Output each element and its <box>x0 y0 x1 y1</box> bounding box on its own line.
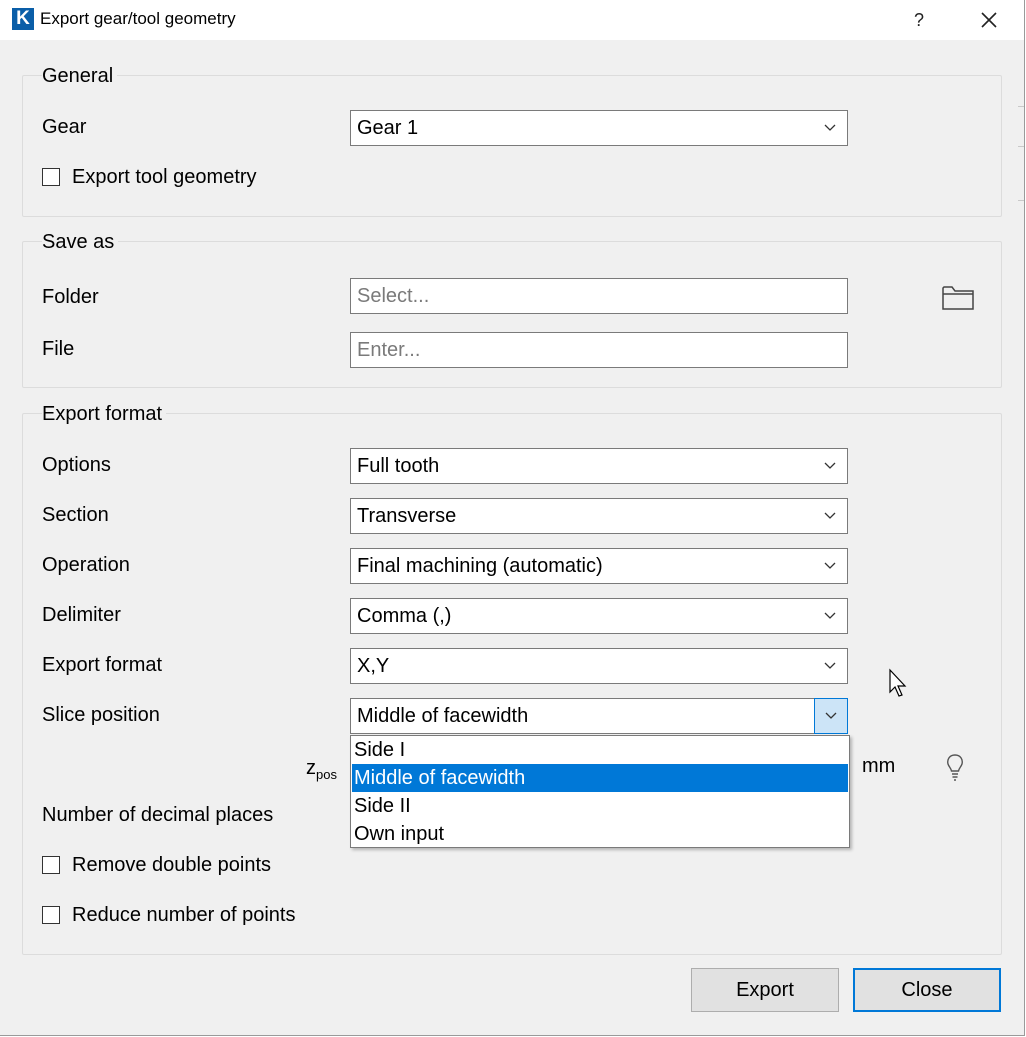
dropdown-option-side-2[interactable]: Side II <box>352 792 848 820</box>
zpos-label: zpos <box>306 757 337 782</box>
save-as-group-title: Save as <box>42 231 119 254</box>
window-title: Export gear/tool geometry <box>40 9 236 28</box>
zpos-subscript: pos <box>316 767 337 782</box>
operation-label: Operation <box>42 554 130 576</box>
export-button[interactable]: Export <box>691 968 839 1012</box>
section-select[interactable]: Transverse <box>350 498 848 534</box>
folder-label: Folder <box>42 286 99 308</box>
mouse-cursor-icon <box>889 668 907 697</box>
file-input[interactable] <box>350 332 848 368</box>
reduce-points-checkbox[interactable] <box>42 906 60 924</box>
operation-select-value: Final machining (automatic) <box>357 555 603 577</box>
remove-double-points-checkbox[interactable] <box>42 856 60 874</box>
slice-position-select[interactable]: Middle of facewidth <box>350 698 848 734</box>
zpos-symbol: z <box>306 757 316 779</box>
decimal-places-label: Number of decimal places <box>42 804 274 826</box>
section-select-value: Transverse <box>357 505 457 527</box>
remove-double-points-label: Remove double points <box>72 854 272 876</box>
delimiter-label: Delimiter <box>42 604 121 626</box>
chevron-down-icon <box>813 499 847 533</box>
operation-select[interactable]: Final machining (automatic) <box>350 548 848 584</box>
help-button[interactable]: ? <box>896 0 942 40</box>
gear-select[interactable]: Gear 1 <box>350 110 848 146</box>
reduce-points-label: Reduce number of points <box>72 904 296 926</box>
file-label: File <box>42 338 75 360</box>
options-select[interactable]: Full tooth <box>350 448 848 484</box>
chevron-down-icon <box>813 549 847 583</box>
title-bar: K Export gear/tool geometry ? <box>0 0 1024 40</box>
divider <box>1018 146 1024 147</box>
divider <box>1018 200 1024 201</box>
chevron-down-icon <box>813 449 847 483</box>
options-label: Options <box>42 454 111 476</box>
export-tool-geometry-label: Export tool geometry <box>72 166 257 188</box>
export-format-label: Export format <box>42 654 163 676</box>
export-format-select-value: X,Y <box>357 655 390 677</box>
options-select-value: Full tooth <box>357 455 440 477</box>
export-dialog: K Export gear/tool geometry ? General Ge… <box>0 0 1025 1036</box>
chevron-down-icon[interactable] <box>814 698 848 734</box>
delimiter-select-value: Comma (,) <box>357 605 452 627</box>
slice-position-dropdown: Side I Middle of facewidth Side II Own i… <box>350 735 850 848</box>
dropdown-option-side-1[interactable]: Side I <box>352 736 848 764</box>
window-close-button[interactable] <box>966 0 1012 40</box>
export-tool-geometry-checkbox[interactable] <box>42 168 60 186</box>
section-label: Section <box>42 504 109 526</box>
dropdown-option-middle-facewidth[interactable]: Middle of facewidth <box>352 764 848 792</box>
gear-select-value: Gear 1 <box>357 117 419 139</box>
slice-position-select-value: Middle of facewidth <box>357 705 529 727</box>
folder-open-icon[interactable] <box>940 282 976 312</box>
close-icon <box>981 12 997 28</box>
chevron-down-icon <box>813 649 847 683</box>
general-group-title: General <box>42 65 118 88</box>
gear-label: Gear <box>42 116 87 138</box>
folder-input[interactable] <box>350 278 848 314</box>
zpos-unit: mm <box>862 755 896 777</box>
lightbulb-icon[interactable] <box>944 752 966 782</box>
close-button[interactable]: Close <box>853 968 1001 1012</box>
chevron-down-icon <box>813 111 847 145</box>
app-logo-icon: K <box>12 8 34 30</box>
divider <box>1018 106 1024 107</box>
general-group <box>22 75 1002 217</box>
export-format-select[interactable]: X,Y <box>350 648 848 684</box>
dropdown-option-own-input[interactable]: Own input <box>352 820 848 848</box>
slice-position-label: Slice position <box>42 704 160 726</box>
chevron-down-icon <box>813 599 847 633</box>
export-format-group-title: Export format <box>42 403 167 426</box>
delimiter-select[interactable]: Comma (,) <box>350 598 848 634</box>
